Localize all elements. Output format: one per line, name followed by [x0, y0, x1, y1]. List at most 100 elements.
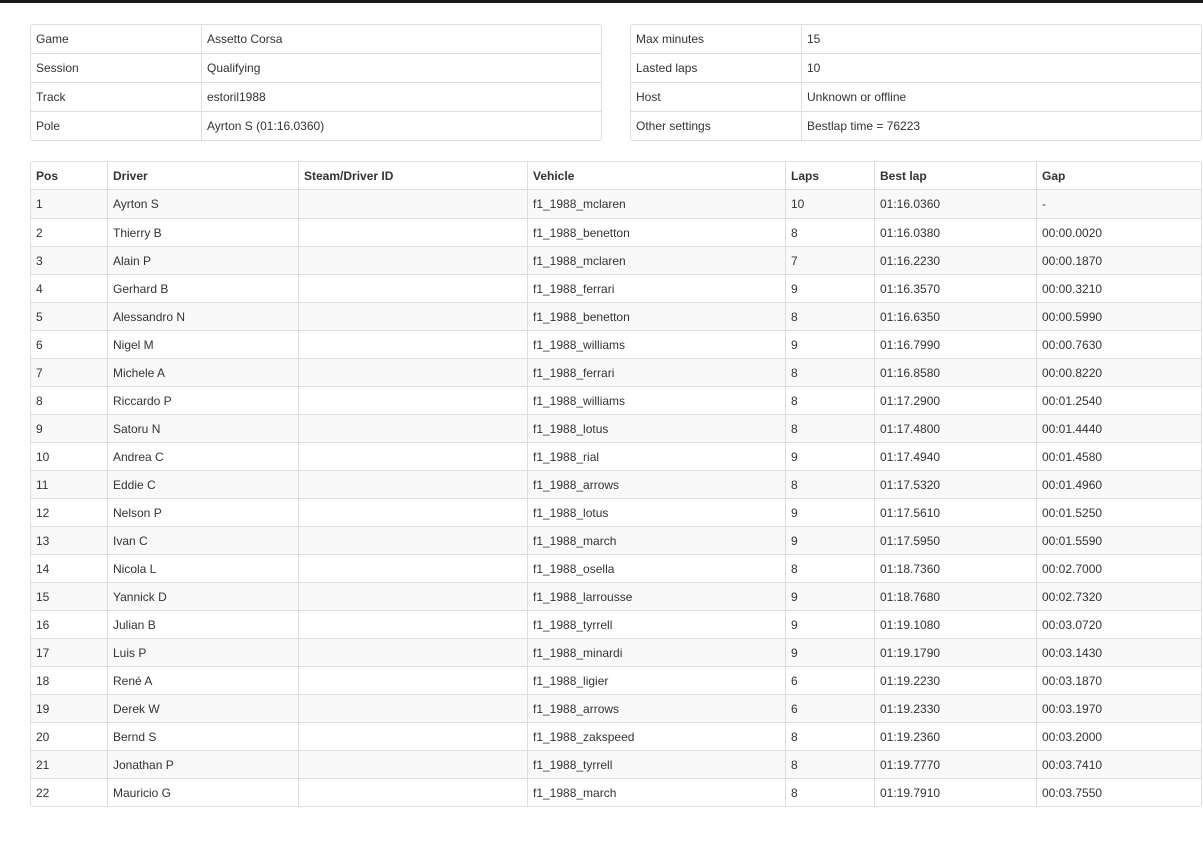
session-info-table: Game Assetto Corsa Session Qualifying Tr… [30, 24, 602, 141]
cell-steam-id [298, 358, 527, 386]
cell-laps: 8 [785, 778, 874, 806]
cell-gap: 00:00.1870 [1036, 246, 1201, 274]
cell-pos: 17 [31, 638, 107, 666]
cell-pos: 16 [31, 610, 107, 638]
cell-laps: 8 [785, 414, 874, 442]
table-row: 12 Nelson P f1_1988_lotus 9 01:17.5610 00:01.… [31, 498, 1201, 526]
cell-vehicle: f1_1988_ferrari [527, 358, 785, 386]
cell-steam-id [298, 330, 527, 358]
cell-best-lap: 01:19.1790 [874, 638, 1036, 666]
cell-pos: 12 [31, 498, 107, 526]
cell-best-lap: 01:17.5610 [874, 498, 1036, 526]
table-row: 4 Gerhard B f1_1988_ferrari 9 01:16.3570 00:0… [31, 274, 1201, 302]
table-row: 2 Thierry B f1_1988_benetton 8 01:16.0380 00:… [31, 218, 1201, 246]
cell-best-lap: 01:16.2230 [874, 246, 1036, 274]
table-row: 13 Ivan C f1_1988_march 9 01:17.5950 00:01.55… [31, 526, 1201, 554]
cell-steam-id [298, 190, 527, 218]
cell-pos: 2 [31, 218, 107, 246]
cell-laps: 7 [785, 246, 874, 274]
cell-laps: 6 [785, 666, 874, 694]
cell-laps: 8 [785, 386, 874, 414]
cell-vehicle: f1_1988_tyrrell [527, 750, 785, 778]
cell-steam-id [298, 414, 527, 442]
cell-gap: 00:00.7630 [1036, 330, 1201, 358]
info-value: 10 [801, 53, 1201, 82]
cell-laps: 8 [785, 302, 874, 330]
cell-gap: 00:03.1970 [1036, 694, 1201, 722]
cell-gap: 00:00.8220 [1036, 358, 1201, 386]
info-value: Unknown or offline [801, 82, 1201, 111]
info-value: Bestlap time = 76223 [801, 111, 1201, 140]
info-value: Ayrton S (01:16.0360) [201, 111, 601, 140]
cell-gap: 00:03.1870 [1036, 666, 1201, 694]
cell-vehicle: f1_1988_arrows [527, 470, 785, 498]
table-row: 18 René A f1_1988_ligier 6 01:19.2230 00:03.1… [31, 666, 1201, 694]
cell-vehicle: f1_1988_zakspeed [527, 722, 785, 750]
cell-gap: 00:00.3210 [1036, 274, 1201, 302]
cell-vehicle: f1_1988_arrows [527, 694, 785, 722]
cell-driver: Mauricio G [107, 778, 298, 806]
info-label: Other settings [631, 111, 801, 140]
cell-vehicle: f1_1988_lotus [527, 414, 785, 442]
cell-steam-id [298, 442, 527, 470]
info-row-other-settings: Other settings Bestlap time = 76223 [631, 111, 1201, 140]
cell-vehicle: f1_1988_march [527, 526, 785, 554]
cell-laps: 9 [785, 498, 874, 526]
table-row: 3 Alain P f1_1988_mclaren 7 01:16.2230 00:00.… [31, 246, 1201, 274]
cell-vehicle: f1_1988_benetton [527, 302, 785, 330]
info-row-pole: Pole Ayrton S (01:16.0360) [31, 111, 601, 140]
cell-gap: 00:01.5250 [1036, 498, 1201, 526]
cell-pos: 8 [31, 386, 107, 414]
cell-vehicle: f1_1988_ferrari [527, 274, 785, 302]
top-bar [0, 0, 1203, 3]
session-settings-table: Max minutes 15 Lasted laps 10 Host Unkno… [630, 24, 1202, 141]
cell-laps: 8 [785, 218, 874, 246]
table-row: 9 Satoru N f1_1988_lotus 8 01:17.4800 00:01.4… [31, 414, 1201, 442]
cell-gap: 00:03.1430 [1036, 638, 1201, 666]
cell-best-lap: 01:17.4940 [874, 442, 1036, 470]
cell-pos: 9 [31, 414, 107, 442]
cell-driver: Jonathan P [107, 750, 298, 778]
cell-vehicle: f1_1988_minardi [527, 638, 785, 666]
table-row: 10 Andrea C f1_1988_rial 9 01:17.4940 00:01.4… [31, 442, 1201, 470]
cell-steam-id [298, 246, 527, 274]
column-header-driver: Driver [107, 162, 298, 190]
cell-pos: 14 [31, 554, 107, 582]
cell-gap: 00:03.0720 [1036, 610, 1201, 638]
cell-vehicle: f1_1988_larrousse [527, 582, 785, 610]
table-row: 19 Derek W f1_1988_arrows 6 01:19.2330 00:03.… [31, 694, 1201, 722]
cell-best-lap: 01:19.1080 [874, 610, 1036, 638]
cell-pos: 6 [31, 330, 107, 358]
table-row: 11 Eddie C f1_1988_arrows 8 01:17.5320 00:01.… [31, 470, 1201, 498]
cell-vehicle: f1_1988_rial [527, 442, 785, 470]
cell-vehicle: f1_1988_ligier [527, 666, 785, 694]
info-label: Max minutes [636, 32, 705, 46]
cell-driver: Luis P [107, 638, 298, 666]
cell-vehicle: f1_1988_mclaren [527, 190, 785, 218]
info-row-max-minutes: Max minutes 15 [631, 25, 1201, 53]
column-header-gap: Gap [1036, 162, 1201, 190]
info-label: Host [631, 82, 801, 111]
cell-laps: 9 [785, 526, 874, 554]
table-row: 6 Nigel M f1_1988_williams 9 01:16.7990 00:00… [31, 330, 1201, 358]
results-header-row: Pos Driver Steam/Driver ID Vehicle Laps … [31, 162, 1201, 190]
cell-gap: 00:01.5590 [1036, 526, 1201, 554]
column-header-steam-id: Steam/Driver ID [298, 162, 527, 190]
info-row-lasted-laps: Lasted laps 10 [631, 53, 1201, 82]
cell-best-lap: 01:19.7770 [874, 750, 1036, 778]
cell-driver: Bernd S [107, 722, 298, 750]
cell-laps: 8 [785, 722, 874, 750]
cell-pos: 18 [31, 666, 107, 694]
cell-best-lap: 01:17.4800 [874, 414, 1036, 442]
info-row-track: Track estoril1988 [31, 82, 601, 111]
info-row-host: Host Unknown or offline [631, 82, 1201, 111]
info-label: Session [31, 53, 201, 82]
info-value: Qualifying [201, 53, 601, 82]
cell-best-lap: 01:16.8580 [874, 358, 1036, 386]
cell-gap: 00:01.4440 [1036, 414, 1201, 442]
cell-pos: 10 [31, 442, 107, 470]
cell-driver: Ayrton S [107, 190, 298, 218]
info-value: Assetto Corsa [201, 25, 601, 53]
cell-laps: 9 [785, 582, 874, 610]
cell-driver: René A [107, 666, 298, 694]
